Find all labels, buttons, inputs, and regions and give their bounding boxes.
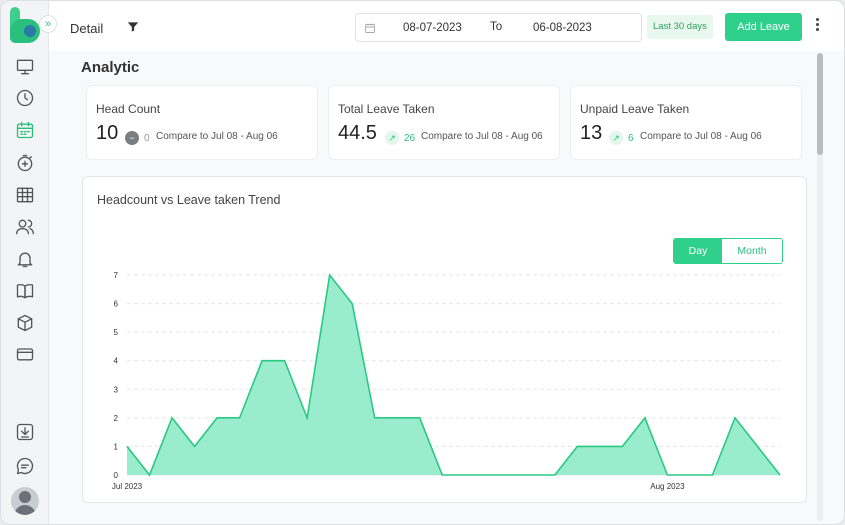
- arrow-up-right-icon: ↗: [609, 131, 623, 145]
- app-window: » Detail 08-07-2023 To 06-08-2023 Last 3…: [0, 0, 845, 525]
- stat-card-total-leave: Total Leave Taken 44.5 ↗ 26 Compare to J…: [328, 85, 560, 160]
- y-tick-label: 6: [114, 300, 119, 309]
- clock-icon[interactable]: [12, 85, 38, 111]
- stat-label: Total Leave Taken: [338, 102, 435, 116]
- end-date-field[interactable]: 06-08-2023: [533, 22, 592, 34]
- stat-label: Unpaid Leave Taken: [580, 102, 690, 116]
- user-avatar[interactable]: [11, 487, 39, 515]
- arrow-up-right-icon: ↗: [385, 131, 399, 145]
- stat-card-unpaid-leave: Unpaid Leave Taken 13 ↗ 6 Compare to Jul…: [570, 85, 802, 160]
- calendar-icon[interactable]: [12, 117, 38, 143]
- chat-icon[interactable]: [12, 453, 38, 479]
- y-tick-label: 3: [114, 385, 119, 394]
- expand-sidebar-icon[interactable]: »: [39, 15, 57, 33]
- scrollbar-thumb[interactable]: [817, 53, 823, 155]
- wallet-icon[interactable]: [12, 341, 38, 367]
- calendar-small-icon: [365, 23, 375, 33]
- y-tick-label: 1: [114, 442, 119, 451]
- last-30-days-badge[interactable]: Last 30 days: [647, 15, 713, 39]
- start-date-field[interactable]: 08-07-2023: [403, 22, 462, 34]
- download-icon[interactable]: [12, 419, 38, 445]
- more-options-icon[interactable]: [812, 18, 822, 34]
- area-series: [127, 275, 780, 475]
- page-title: Detail: [70, 21, 104, 36]
- stat-value: 44.5: [338, 122, 377, 144]
- top-bar: Detail 08-07-2023 To 06-08-2023 Last 30 …: [49, 1, 844, 51]
- y-tick-label: 7: [114, 271, 119, 280]
- analytic-heading: Analytic: [81, 59, 140, 76]
- table-icon[interactable]: [12, 182, 38, 208]
- monitor-icon[interactable]: [12, 54, 38, 80]
- main-content: Analytic Head Count 10 − 0 Compare to Ju…: [49, 51, 844, 524]
- x-tick-label: Jul 2023: [112, 482, 143, 491]
- y-tick-label: 2: [114, 414, 119, 423]
- y-tick-label: 0: [114, 471, 119, 480]
- book-icon[interactable]: [12, 278, 38, 304]
- to-label: To: [490, 21, 503, 33]
- stat-delta: ↗ 6: [609, 131, 634, 145]
- x-tick-label: Aug 2023: [650, 482, 685, 491]
- vertical-scrollbar[interactable]: [817, 53, 823, 521]
- date-range-picker[interactable]: 08-07-2023 To 06-08-2023: [355, 13, 642, 42]
- stat-label: Head Count: [96, 102, 161, 116]
- users-icon[interactable]: [12, 214, 38, 240]
- stat-delta: ↗ 26: [385, 131, 415, 145]
- minus-icon: −: [125, 131, 139, 145]
- filter-icon[interactable]: [126, 20, 140, 34]
- stat-compare: Compare to Jul 08 - Aug 06: [640, 131, 762, 142]
- trend-chart-card: Headcount vs Leave taken Trend Day Month…: [82, 176, 807, 503]
- stat-compare: Compare to Jul 08 - Aug 06: [421, 131, 543, 142]
- area-chart: 0 1 2 3 4 5 6 7 Jul 2023 Aug 2023: [112, 271, 781, 491]
- stat-card-head-count: Head Count 10 − 0 Compare to Jul 08 - Au…: [86, 85, 318, 160]
- stat-compare: Compare to Jul 08 - Aug 06: [156, 131, 278, 142]
- app-logo[interactable]: [10, 7, 40, 43]
- y-tick-label: 4: [114, 357, 119, 366]
- stat-value: 13: [580, 122, 603, 144]
- bell-icon[interactable]: [12, 246, 38, 272]
- box-icon[interactable]: [12, 310, 38, 336]
- add-leave-button[interactable]: Add Leave: [725, 13, 802, 41]
- y-tick-label: 5: [114, 328, 119, 337]
- stat-delta: − 0: [125, 131, 150, 145]
- sidebar: »: [1, 1, 57, 524]
- stopwatch-add-icon[interactable]: [12, 150, 38, 176]
- stat-value: 10: [96, 122, 119, 144]
